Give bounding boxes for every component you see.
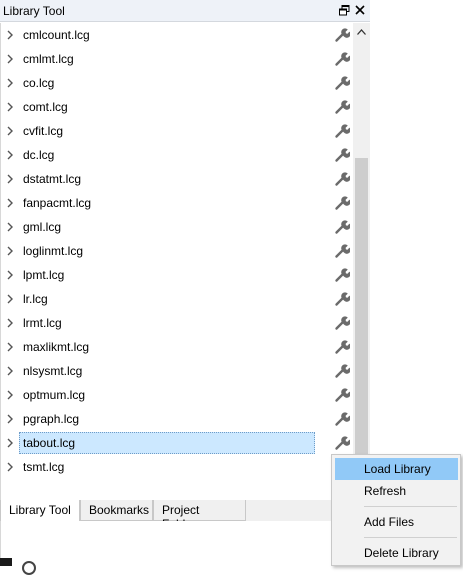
menu-separator — [364, 537, 457, 538]
library-panel: cmlcount.lcg cmlmt.lcg co.lcg comt.lcg cvfit… — [0, 23, 370, 500]
file-name: co.lcg — [23, 76, 55, 90]
wrench-icon[interactable] — [334, 339, 351, 355]
chevron-right-icon[interactable] — [6, 413, 14, 425]
wrench-icon[interactable] — [334, 387, 351, 403]
list-item[interactable]: loglinmt.lcg — [1, 239, 353, 263]
wrench-icon[interactable] — [334, 123, 351, 139]
panel-lower-area — [0, 521, 370, 558]
wrench-icon[interactable] — [334, 243, 351, 259]
file-name: tsmt.lcg — [23, 460, 65, 474]
file-name: fanpacmt.lcg — [23, 196, 92, 210]
close-icon[interactable] — [353, 3, 367, 17]
list-item[interactable]: lpmt.lcg — [1, 263, 353, 287]
file-name: cmlcount.lcg — [23, 28, 90, 42]
list-item[interactable]: lr.lcg — [1, 287, 353, 311]
file-name: nlsysmt.lcg — [23, 364, 83, 378]
vertical-scrollbar[interactable] — [353, 23, 370, 500]
menu-item-refresh[interactable]: Refresh — [335, 480, 458, 502]
chevron-right-icon[interactable] — [6, 77, 14, 89]
chevron-right-icon[interactable] — [6, 53, 14, 65]
file-name: comt.lcg — [23, 100, 68, 114]
file-name: maxlikmt.lcg — [23, 340, 90, 354]
list-item[interactable]: co.lcg — [1, 71, 353, 95]
wrench-icon[interactable] — [334, 219, 351, 235]
file-name: loglinmt.lcg — [23, 244, 84, 258]
chevron-right-icon[interactable] — [6, 245, 14, 257]
chevron-right-icon[interactable] — [6, 197, 14, 209]
tab-library-tool[interactable]: Library Tool — [0, 500, 80, 522]
chevron-right-icon[interactable] — [6, 149, 14, 161]
wrench-icon[interactable] — [334, 75, 351, 91]
wrench-icon[interactable] — [334, 147, 351, 163]
panel-titlebar: Library Tool — [0, 0, 370, 22]
chevron-right-icon[interactable] — [6, 365, 14, 377]
wrench-icon[interactable] — [334, 315, 351, 331]
list-item[interactable]: optmum.lcg — [1, 383, 353, 407]
chevron-right-icon[interactable] — [6, 221, 14, 233]
list-item[interactable]: comt.lcg — [1, 95, 353, 119]
file-name: cmlmt.lcg — [23, 52, 74, 66]
chevron-right-icon[interactable] — [6, 101, 14, 113]
wrench-icon[interactable] — [334, 363, 351, 379]
status-strip-edge — [0, 558, 12, 566]
menu-separator — [364, 506, 457, 507]
menu-item-load-library[interactable]: Load Library — [335, 458, 458, 480]
wrench-icon[interactable] — [334, 435, 351, 451]
list-item[interactable]: maxlikmt.lcg — [1, 335, 353, 359]
context-menu: Load Library Refresh Add Files Delete Li… — [331, 454, 461, 566]
wrench-icon[interactable] — [334, 27, 351, 43]
file-name: dstatmt.lcg — [23, 172, 82, 186]
chevron-right-icon[interactable] — [6, 29, 14, 41]
menu-item-delete-library[interactable]: Delete Library — [335, 542, 458, 564]
tab-bookmarks[interactable]: Bookmarks — [80, 500, 153, 521]
file-name: lrmt.lcg — [23, 316, 62, 330]
list-item[interactable]: cvfit.lcg — [1, 119, 353, 143]
file-name: cvfit.lcg — [23, 124, 64, 138]
menu-item-add-files[interactable]: Add Files — [335, 511, 458, 533]
file-name: pgraph.lcg — [23, 412, 80, 426]
panel-title: Library Tool — [3, 4, 65, 18]
restore-window-icon[interactable] — [337, 3, 351, 17]
list-item[interactable]: tabout.lcg — [1, 431, 353, 455]
wrench-icon[interactable] — [334, 171, 351, 187]
chevron-right-icon[interactable] — [6, 341, 14, 353]
file-name: lr.lcg — [23, 292, 48, 306]
list-item[interactable]: dc.lcg — [1, 143, 353, 167]
list-item[interactable]: lrmt.lcg — [1, 311, 353, 335]
panel-tabs: Library Tool Bookmarks Project Folders — [0, 500, 370, 531]
file-name: gml.lcg — [23, 220, 62, 234]
wrench-icon[interactable] — [334, 99, 351, 115]
list-item[interactable]: dstatmt.lcg — [1, 167, 353, 191]
list-item[interactable]: pgraph.lcg — [1, 407, 353, 431]
list-item[interactable]: cmlmt.lcg — [1, 47, 353, 71]
file-name: dc.lcg — [23, 148, 55, 162]
list-item[interactable]: fanpacmt.lcg — [1, 191, 353, 215]
status-circle-icon — [22, 561, 36, 575]
wrench-icon[interactable] — [334, 411, 351, 427]
wrench-icon[interactable] — [334, 291, 351, 307]
list-item[interactable]: cmlcount.lcg — [1, 23, 353, 47]
chevron-right-icon[interactable] — [6, 125, 14, 137]
chevron-right-icon[interactable] — [6, 389, 14, 401]
file-name: optmum.lcg — [23, 388, 86, 402]
tab-project-folders[interactable]: Project Folders — [153, 500, 246, 531]
file-name: tabout.lcg — [23, 436, 76, 450]
chevron-right-icon[interactable] — [6, 437, 14, 449]
chevron-right-icon[interactable] — [6, 269, 14, 281]
chevron-right-icon[interactable] — [6, 317, 14, 329]
chevron-right-icon[interactable] — [6, 173, 14, 185]
chevron-right-icon[interactable] — [6, 293, 14, 305]
scrollbar-thumb[interactable] — [355, 158, 368, 473]
list-item[interactable]: gml.lcg — [1, 215, 353, 239]
list-item[interactable]: tsmt.lcg — [1, 455, 353, 479]
chevron-right-icon[interactable] — [6, 461, 14, 473]
list-item[interactable]: nlsysmt.lcg — [1, 359, 353, 383]
wrench-icon[interactable] — [334, 195, 351, 211]
file-name: lpmt.lcg — [23, 268, 65, 282]
scroll-up-arrow-icon[interactable] — [353, 23, 370, 40]
wrench-icon[interactable] — [334, 51, 351, 67]
wrench-icon[interactable] — [334, 267, 351, 283]
library-file-list: cmlcount.lcg cmlmt.lcg co.lcg comt.lcg cvfit… — [1, 23, 353, 500]
